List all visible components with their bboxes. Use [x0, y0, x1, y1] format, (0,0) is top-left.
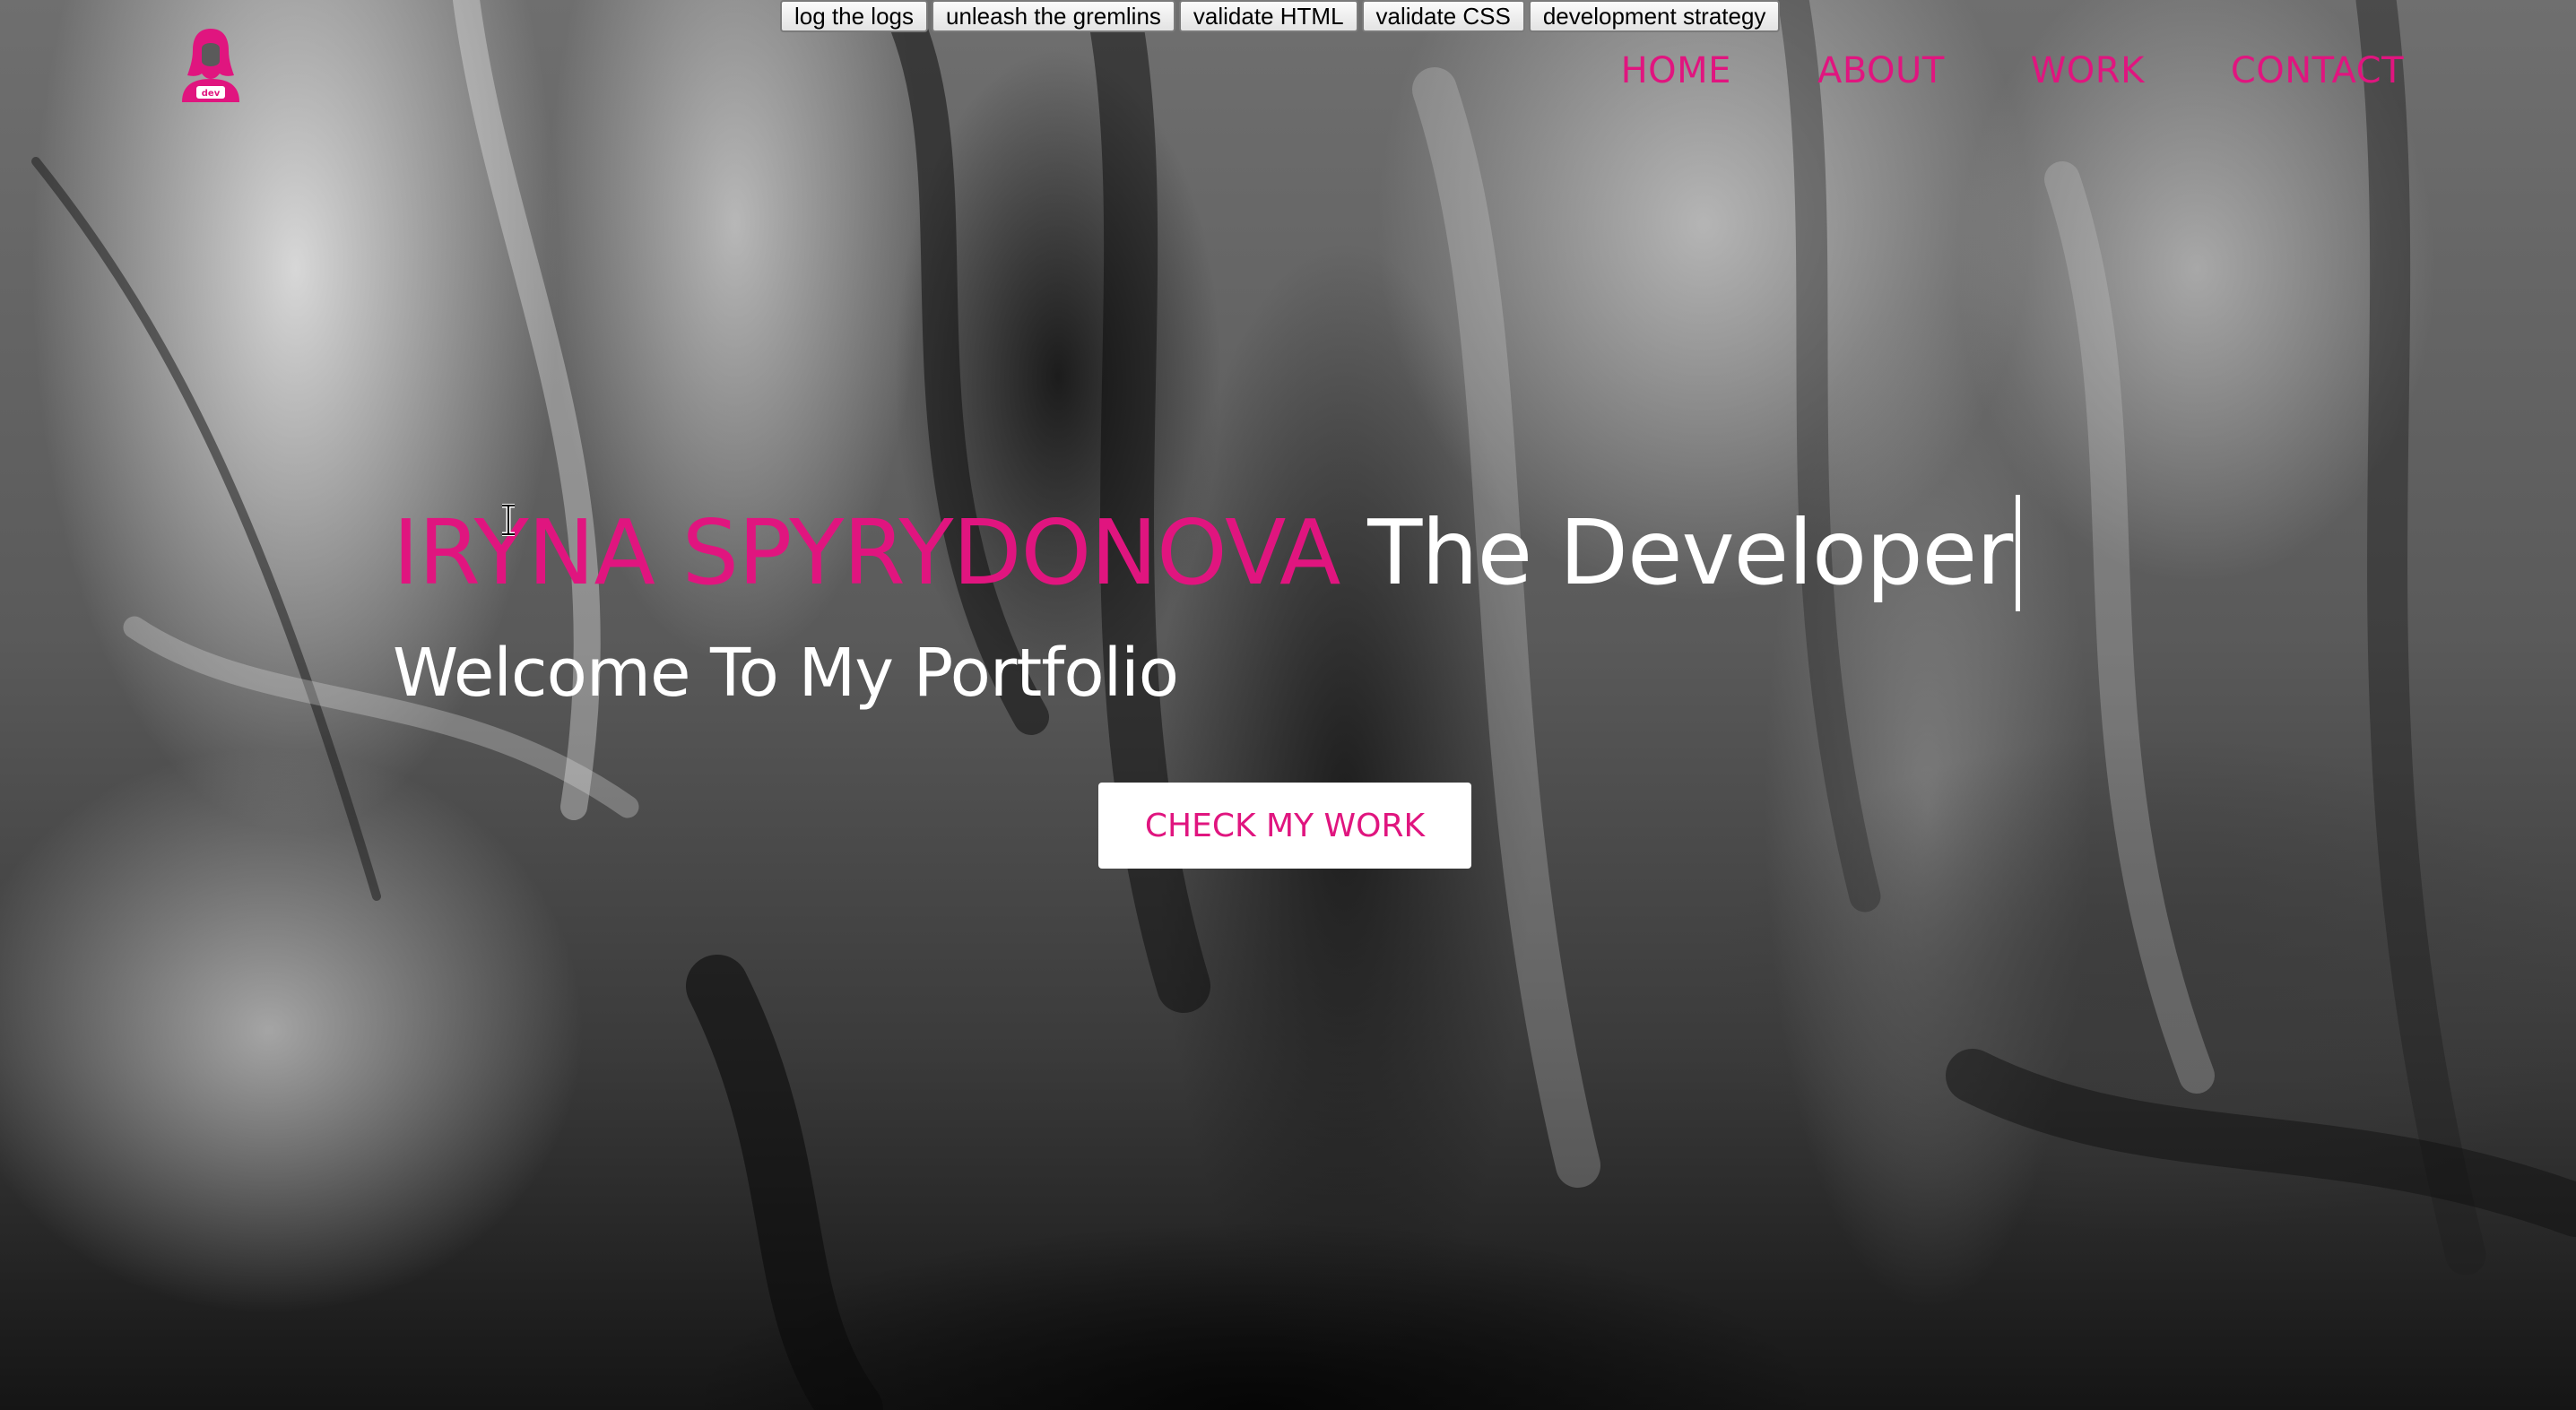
- nav-contact-link[interactable]: CONTACT: [2231, 50, 2404, 91]
- unleash-the-gremlins-button[interactable]: unleash the gremlins: [931, 0, 1175, 32]
- hero-role: The Developer: [1367, 500, 2013, 605]
- nav-work-link[interactable]: WORK: [2031, 50, 2145, 91]
- main-nav: HOME ABOUT WORK CONTACT: [1621, 50, 2404, 91]
- logo-text: dev: [202, 89, 221, 99]
- page: log the logs unleash the gremlins valida…: [0, 0, 2576, 1410]
- log-the-logs-button[interactable]: log the logs: [780, 0, 928, 32]
- check-my-work-button[interactable]: CHECK MY WORK: [1098, 783, 1471, 869]
- nav-about-link[interactable]: ABOUT: [1817, 50, 1945, 91]
- developer-woman-icon[interactable]: dev: [175, 25, 247, 104]
- validate-html-button[interactable]: validate HTML: [1178, 0, 1358, 32]
- hero-subtitle: Welcome To My Portfolio: [393, 635, 1179, 712]
- nav-home-link[interactable]: HOME: [1621, 50, 1731, 91]
- smoke-texture: [31, 0, 2576, 1410]
- development-strategy-button[interactable]: development strategy: [1528, 0, 1781, 32]
- hero-title: IRYNA SPYRYDONOVA The Developer: [393, 495, 2021, 611]
- hero-name: IRYNA SPYRYDONOVA: [393, 500, 1340, 605]
- devtools-toolbar: log the logs unleash the gremlins valida…: [780, 0, 1781, 32]
- text-cursor-icon: [502, 504, 515, 536]
- validate-css-button[interactable]: validate CSS: [1361, 0, 1525, 32]
- typing-caret: [2016, 495, 2021, 611]
